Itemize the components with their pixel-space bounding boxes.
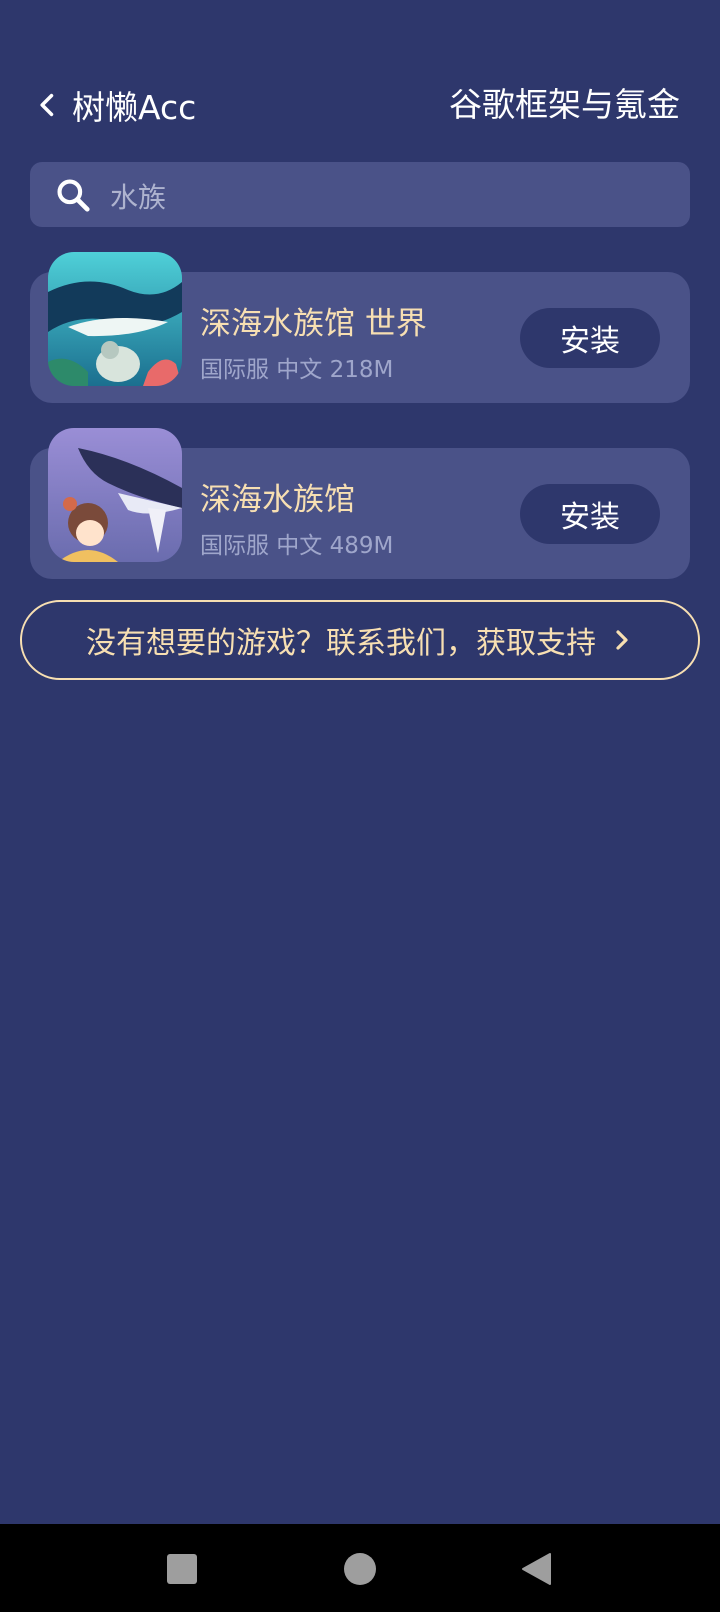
search-icon: [57, 179, 90, 212]
game-name: 深海水族馆 世界: [200, 306, 427, 342]
back-label: 树懒Acc: [72, 88, 197, 127]
game-card[interactable]: 深海水族馆 世界 国际服 中文 218M 安装: [30, 252, 690, 403]
chevron-left-icon: [40, 93, 54, 117]
header: 树懒Acc 谷歌框架与氪金: [0, 70, 720, 140]
back-button[interactable]: 树懒Acc: [34, 78, 196, 132]
install-button[interactable]: 安装: [520, 484, 660, 544]
install-button[interactable]: 安装: [520, 308, 660, 368]
game-name: 深海水族馆: [200, 482, 355, 518]
circle-icon: [344, 1553, 376, 1585]
square-icon: [167, 1554, 197, 1584]
game-meta: 国际服 中文 489M: [200, 533, 394, 559]
page-title: 谷歌框架与氪金: [449, 85, 680, 124]
whale-game-icon[interactable]: [48, 252, 182, 386]
chevron-right-icon: [616, 630, 628, 650]
contact-support-button[interactable]: 没有想要的游戏？联系我们，获取支持: [20, 600, 700, 680]
whale-girl-game-icon[interactable]: [48, 428, 182, 562]
support-label: 没有想要的游戏？联系我们，获取支持: [86, 626, 596, 661]
system-navigation-bar: [0, 1524, 720, 1612]
home-button[interactable]: [343, 1552, 377, 1586]
triangle-back-icon: [522, 1553, 551, 1585]
recents-button[interactable]: [165, 1552, 199, 1586]
game-meta: 国际服 中文 218M: [200, 357, 394, 383]
nav-back-button[interactable]: [520, 1552, 554, 1586]
search-bar[interactable]: [30, 162, 690, 227]
search-input[interactable]: [108, 170, 652, 221]
game-card[interactable]: 深海水族馆 国际服 中文 489M 安装: [30, 428, 690, 579]
